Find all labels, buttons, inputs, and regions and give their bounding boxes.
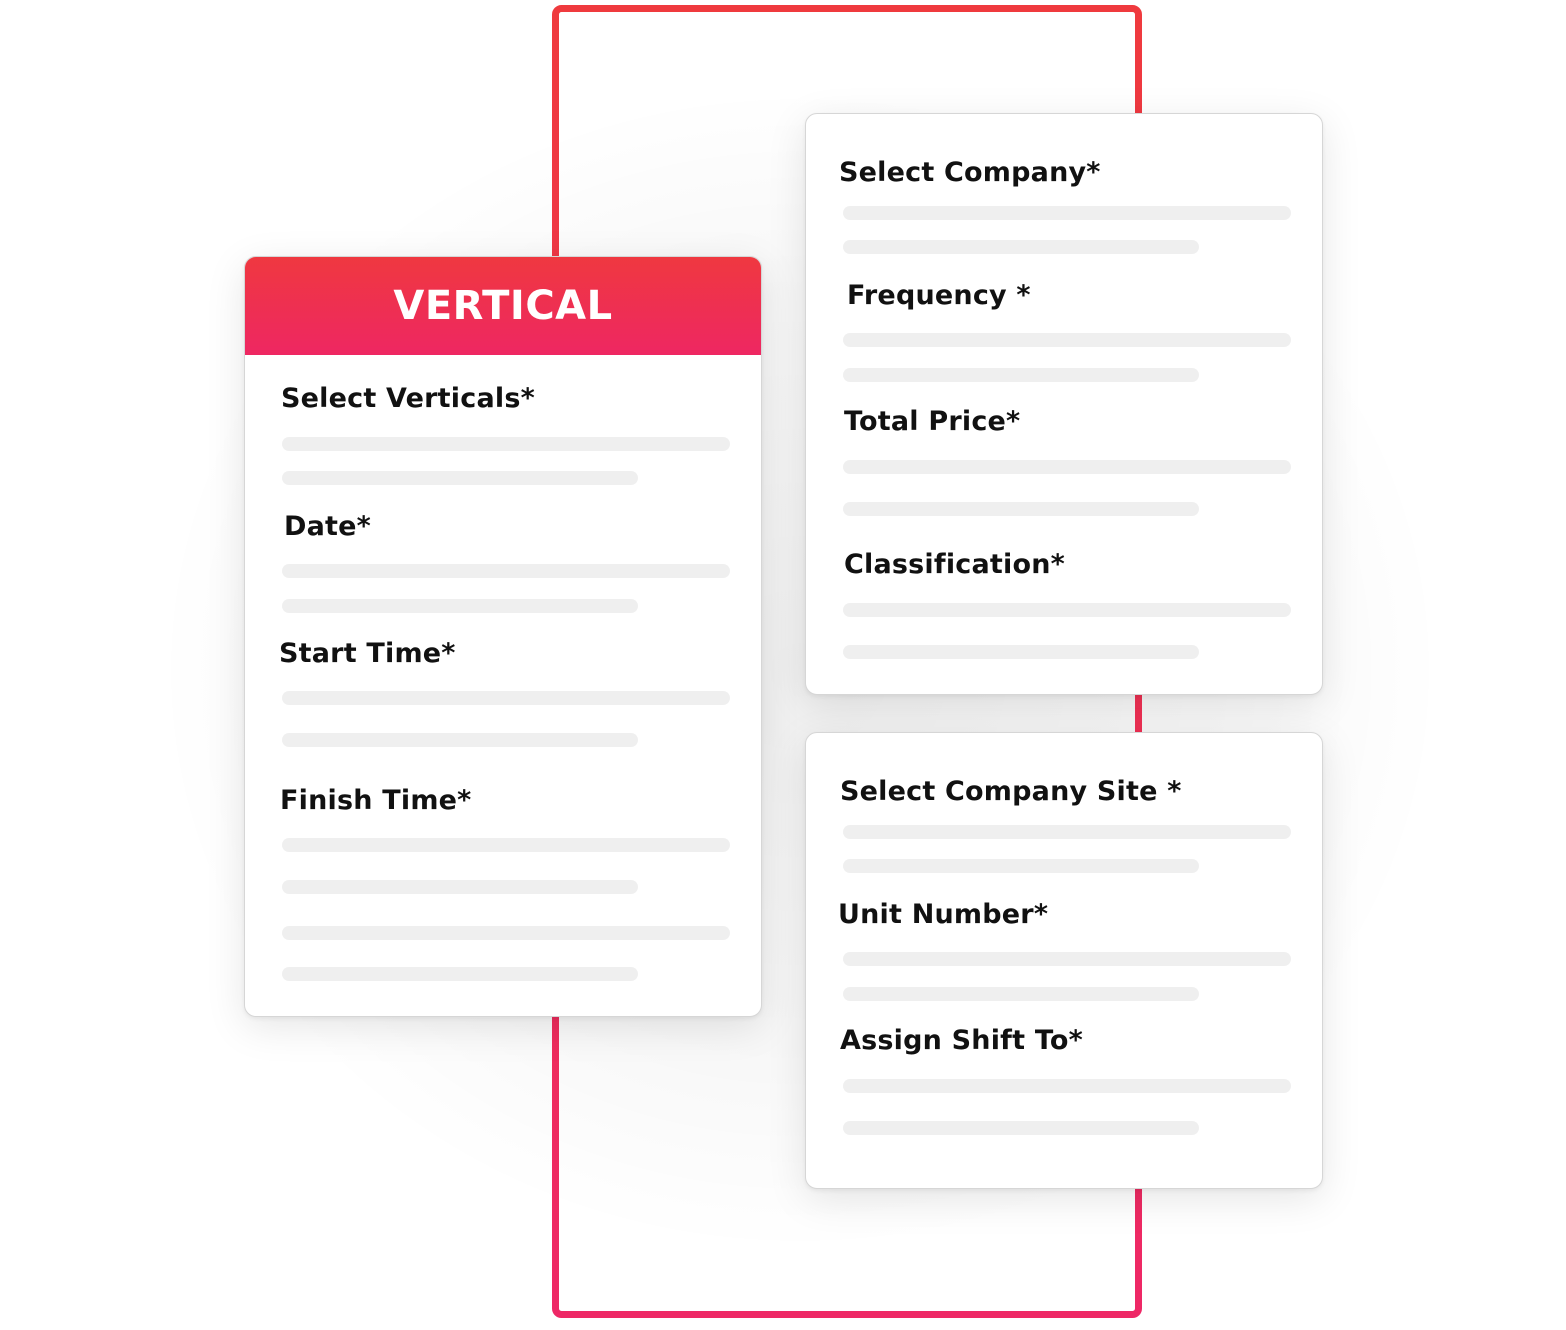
placeholder-line xyxy=(843,1079,1291,1093)
site-form-card: Select Company Site * Unit Number* Assig… xyxy=(805,732,1323,1189)
placeholder-line xyxy=(282,691,730,705)
vertical-form-card: VERTICAL Select Verticals* Date* Start T… xyxy=(244,256,762,1017)
placeholder-line xyxy=(843,460,1291,474)
placeholder-line xyxy=(282,599,638,613)
placeholder-line xyxy=(282,437,730,451)
placeholder-line xyxy=(843,859,1199,873)
field-label: Frequency * xyxy=(847,280,1031,311)
field-label: Unit Number* xyxy=(838,899,1049,930)
placeholder-line xyxy=(282,838,730,852)
placeholder-line xyxy=(843,645,1199,659)
placeholder-line xyxy=(843,825,1291,839)
field-label: Classification* xyxy=(844,549,1065,580)
placeholder-line xyxy=(843,603,1291,617)
placeholder-line xyxy=(282,967,638,981)
card-header: VERTICAL xyxy=(245,257,761,355)
placeholder-line xyxy=(843,952,1291,966)
placeholder-line xyxy=(282,926,730,940)
field-label: Select Verticals* xyxy=(281,383,535,414)
placeholder-line xyxy=(843,240,1199,254)
placeholder-line xyxy=(843,1121,1199,1135)
placeholder-line xyxy=(282,564,730,578)
card-title: VERTICAL xyxy=(393,283,613,329)
field-label: Start Time* xyxy=(279,638,456,669)
field-label: Finish Time* xyxy=(280,785,472,816)
placeholder-line xyxy=(282,733,638,747)
field-label: Assign Shift To* xyxy=(840,1025,1083,1056)
placeholder-line xyxy=(843,206,1291,220)
placeholder-line xyxy=(843,368,1199,382)
placeholder-line xyxy=(843,502,1199,516)
field-label: Date* xyxy=(284,511,371,542)
company-form-card: Select Company* Frequency * Total Price*… xyxy=(805,113,1323,695)
placeholder-line xyxy=(282,471,638,485)
placeholder-line xyxy=(282,880,638,894)
placeholder-line xyxy=(843,333,1291,347)
field-label: Select Company Site * xyxy=(840,776,1182,807)
placeholder-line xyxy=(843,987,1199,1001)
field-label: Select Company* xyxy=(839,157,1101,188)
field-label: Total Price* xyxy=(844,406,1021,437)
connector-frame xyxy=(552,5,1142,1318)
